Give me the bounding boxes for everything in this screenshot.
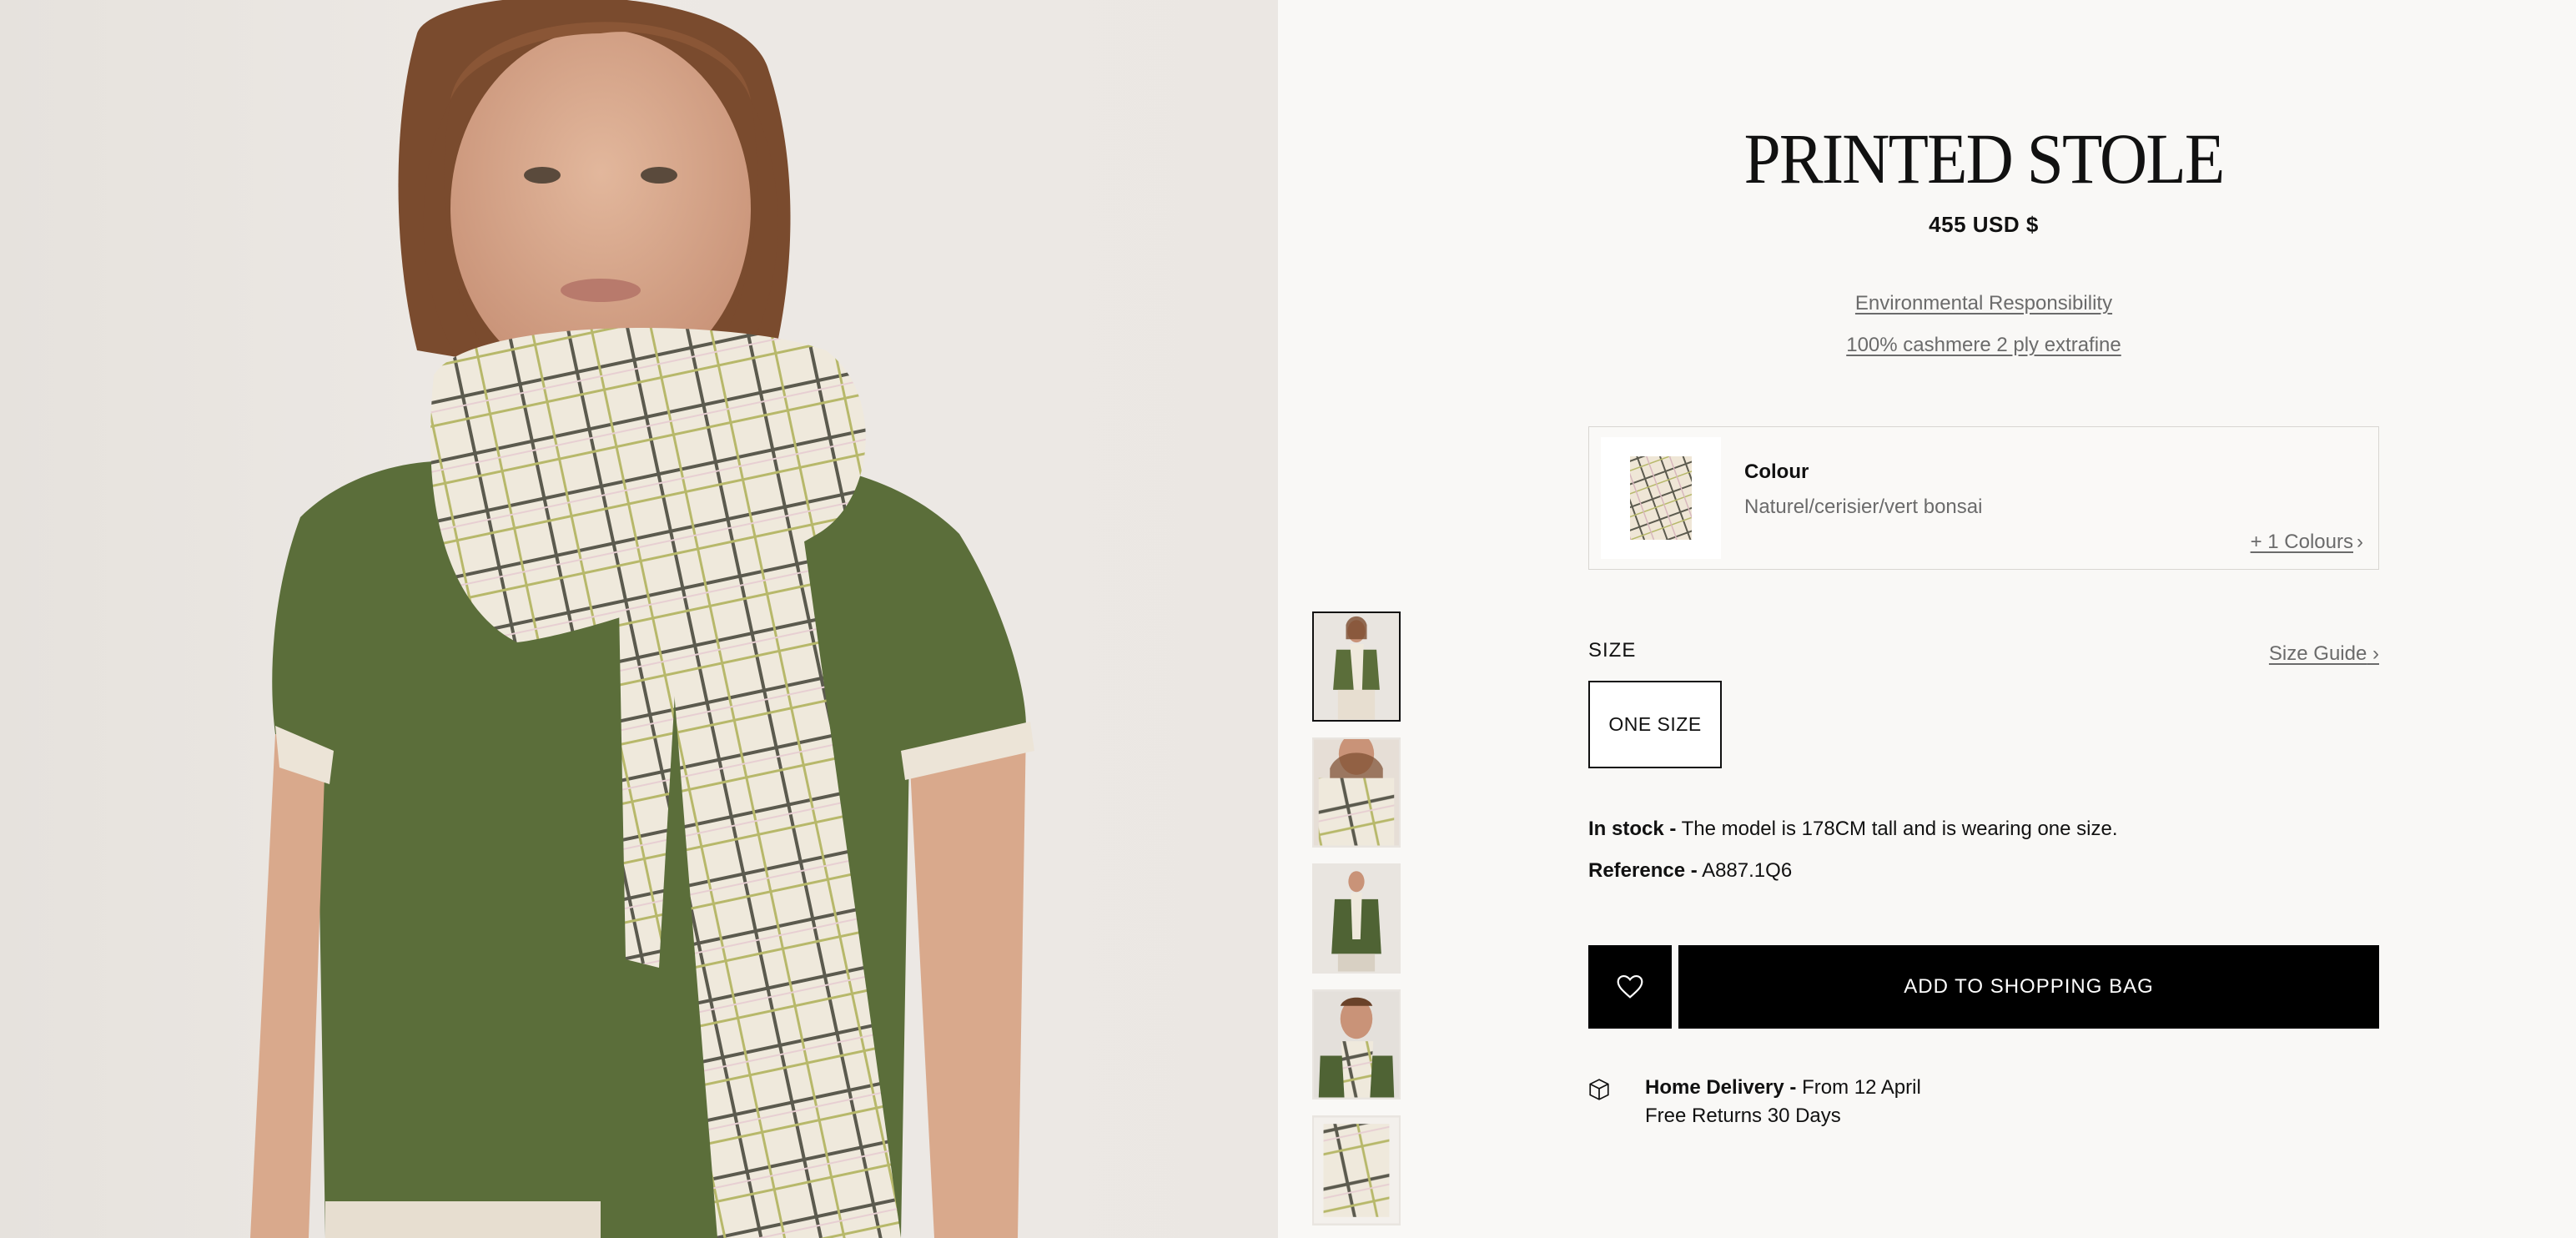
wishlist-button[interactable] [1588,945,1672,1029]
size-label: SIZE [1588,639,1637,662]
more-colours-label: + 1 Colours [2250,531,2353,553]
returns-info: Free Returns 30 Days [1645,1105,1841,1127]
thumbnail-scarf-flat-image [1314,1117,1399,1224]
thumbnail-woman-front[interactable] [1312,611,1401,722]
colour-value: Naturel/cerisier/vert bonsai [1744,496,1983,518]
size-option-one-size[interactable]: ONE SIZE [1588,681,1722,768]
product-page: PRINTED STOLE 455 USD $ Environmental Re… [0,0,2576,1238]
model-wearing-stole-image [250,0,1034,1238]
scarf-swatch-icon [1630,456,1692,540]
thumbnail-man-closeup[interactable] [1312,989,1401,1100]
thumbnail-scarf-closeup-image [1314,739,1399,846]
size-guide-label: Size Guide [2268,642,2367,665]
product-hero-image[interactable] [0,0,1278,1238]
delivery-line: Home Delivery - From 12 April [1645,1076,1921,1100]
thumbnail-scarf-flat[interactable] [1312,1115,1401,1225]
thumbnail-man-closeup-image [1314,991,1399,1098]
thumbnail-man-front[interactable] [1312,863,1401,974]
thumbnail-scarf-closeup[interactable] [1312,737,1401,848]
heart-icon [1617,974,1643,999]
stock-note: The model is 178CM tall and is wearing o… [1676,818,2118,840]
reference-label: Reference - [1588,859,1698,882]
stock-status: In stock - [1588,818,1677,840]
chevron-right-icon: › [2357,531,2363,553]
add-to-bag-button[interactable]: ADD TO SHOPPING BAG [1678,945,2379,1029]
thumbnail-woman-front-image [1314,613,1399,720]
environmental-responsibility-link[interactable]: Environmental Responsibility [1588,292,2379,315]
more-colours-link[interactable]: + 1 Colours › [2251,531,2363,554]
colour-label: Colour [1744,460,1809,483]
product-price: 455 USD $ [1929,212,2039,237]
reference-value: A887.1Q6 [1697,859,1793,882]
box-icon [1589,1079,1609,1100]
stock-info: In stock - The model is 178CM tall and i… [1588,818,2118,841]
composition-link[interactable]: 100% cashmere 2 ply extrafine [1588,334,2379,357]
chevron-right-icon: › [2372,642,2379,665]
delivery-title: Home Delivery - [1645,1076,1797,1099]
size-guide-link[interactable]: Size Guide › [2269,642,2379,666]
thumbnail-man-front-image [1314,865,1399,972]
colour-swatch-image [1601,437,1721,559]
colour-selector[interactable]: Colour Naturel/cerisier/vert bonsai + 1 … [1588,426,2379,570]
product-title: PRINTED STOLE [1743,118,2225,199]
delivery-date: From 12 April [1796,1076,1921,1099]
thumbnail-gallery [1312,611,1402,1238]
reference-info: Reference - A887.1Q6 [1588,859,1792,883]
